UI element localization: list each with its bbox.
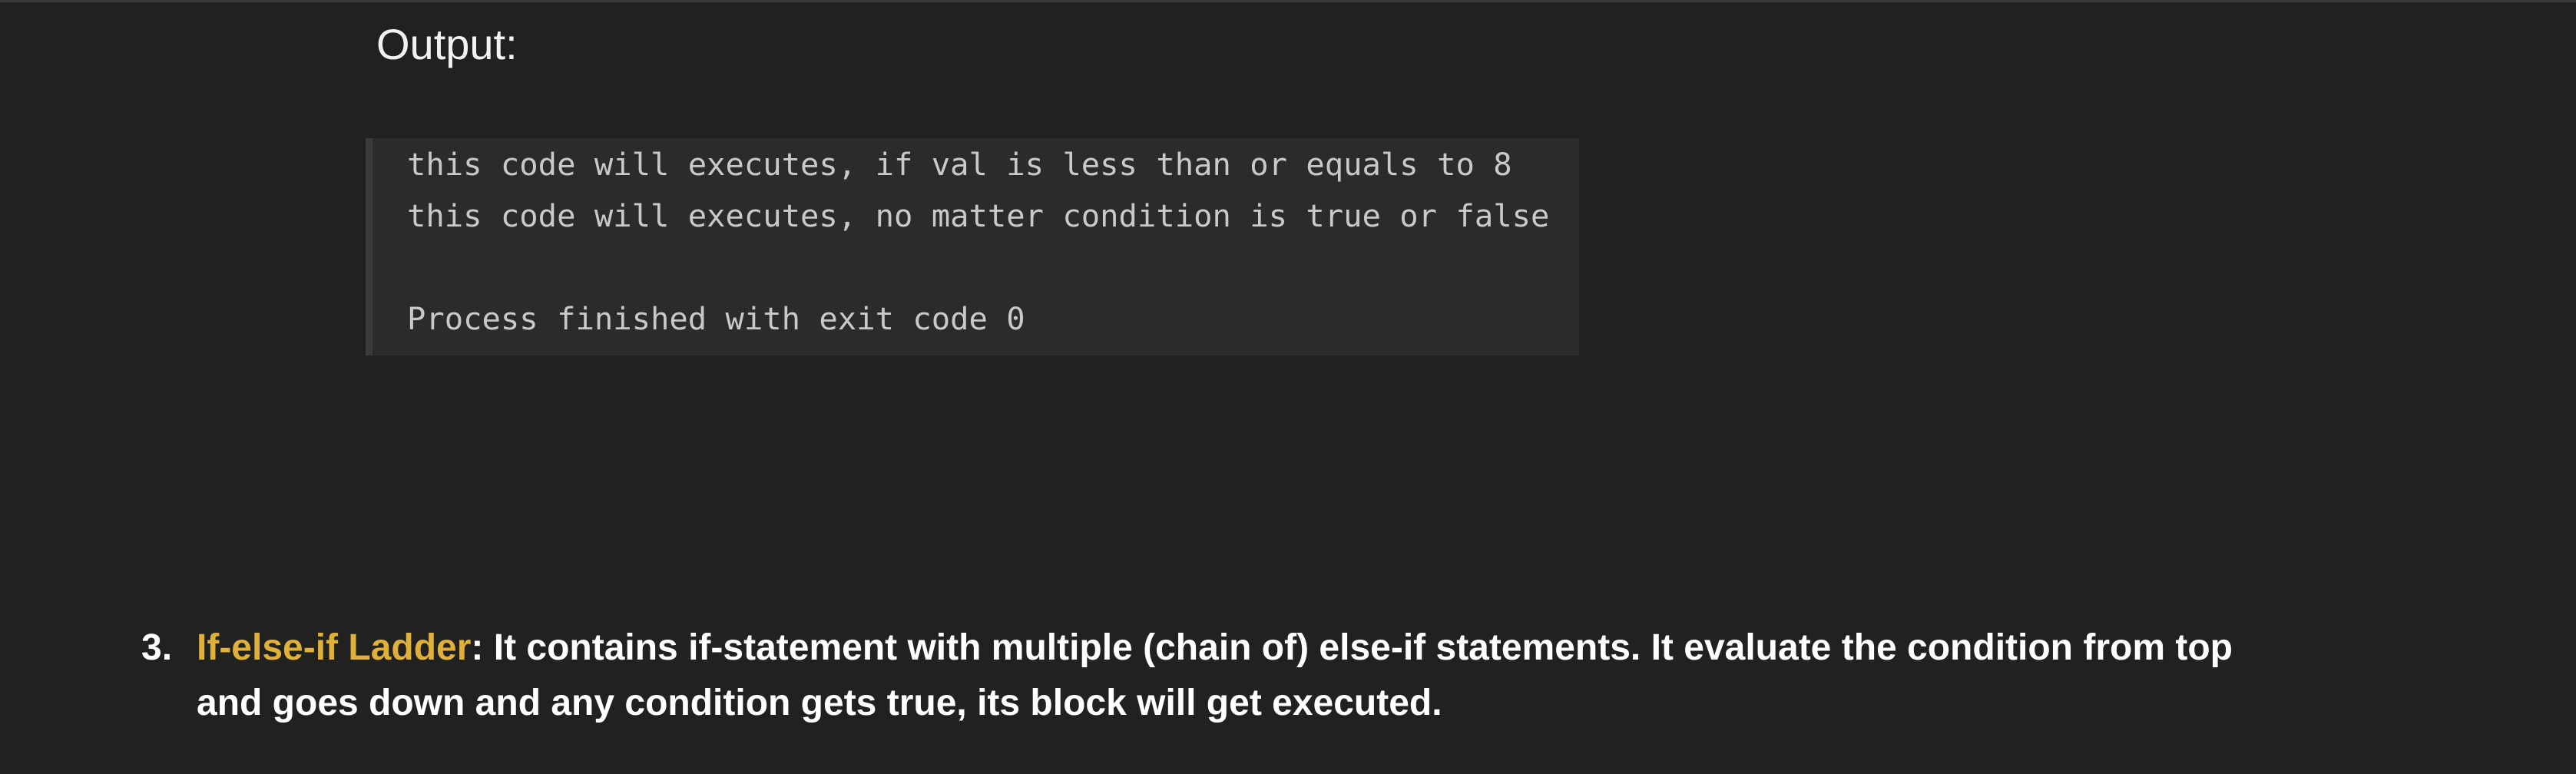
list-item-line-1: If-else-if Ladder: It contains if-statem…	[197, 620, 2470, 676]
list-number: 3.	[141, 627, 173, 668]
top-border	[0, 0, 2576, 2]
console-line: this code will executes, if val is less …	[407, 146, 1512, 183]
console-line: this code will executes, no matter condi…	[407, 197, 1550, 234]
console-output-block: this code will executes, if val is less …	[366, 138, 1579, 356]
list-item-text: If-else-if Ladder: It contains if-statem…	[197, 620, 2470, 731]
output-heading: Output:	[376, 20, 518, 68]
highlighted-term: If-else-if Ladder	[197, 627, 472, 668]
term-colon: :	[471, 627, 484, 668]
console-line: Process finished with exit code 0	[407, 300, 1025, 337]
description-line-2: and goes down and any condition gets tru…	[197, 683, 1442, 723]
description-line-1: It contains if-statement with multiple (…	[483, 627, 2233, 668]
